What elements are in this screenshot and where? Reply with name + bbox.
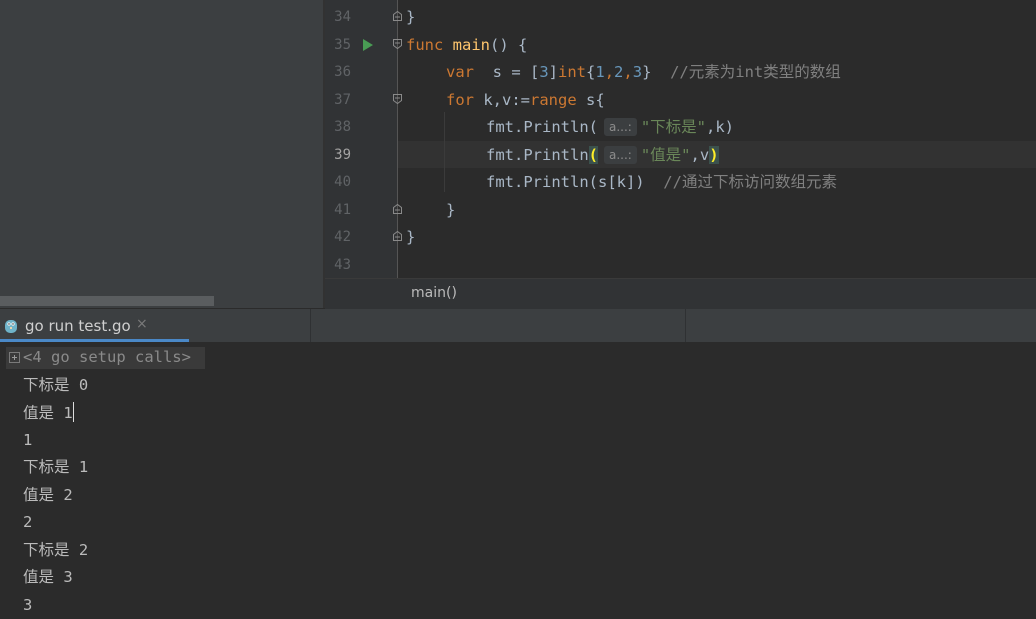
code-line-42[interactable]: } bbox=[406, 227, 415, 247]
code-token: , bbox=[623, 63, 633, 81]
fold-start-icon[interactable] bbox=[393, 94, 402, 104]
code-token-keyword: func bbox=[406, 36, 444, 54]
fold-end-icon[interactable] bbox=[393, 204, 402, 214]
code-token-keyword: var bbox=[446, 63, 474, 81]
code-token: } bbox=[406, 228, 416, 246]
code-token-comment: //通过下标访问数组元素 bbox=[644, 173, 837, 191]
console-line: 下标是 2 bbox=[23, 541, 89, 559]
line-number: 35 bbox=[334, 37, 351, 53]
tab-separator bbox=[685, 309, 686, 342]
code-line-39[interactable]: fmt.Println( a...: "值是",v) bbox=[486, 145, 719, 165]
code-line-41[interactable]: } bbox=[446, 200, 455, 220]
line-number: 36 bbox=[334, 64, 351, 80]
active-tab-indicator bbox=[0, 339, 189, 342]
run-tool-window-tabs: go run test.go × bbox=[0, 309, 1036, 343]
editor-area: 34 35 36 37 38 39 40 41 42 43 } func mai… bbox=[0, 0, 1036, 309]
setup-calls-label: <4 go setup calls> bbox=[23, 348, 191, 366]
code-token-keyword: for bbox=[446, 91, 474, 109]
console-line: 3 bbox=[23, 596, 33, 614]
fold-start-icon[interactable] bbox=[393, 39, 402, 49]
code-token: , bbox=[604, 63, 615, 81]
code-token: ,k) bbox=[706, 118, 734, 136]
line-number: 40 bbox=[334, 174, 351, 190]
code-token: fmt.Println bbox=[486, 146, 589, 164]
line-number-current: 39 bbox=[334, 147, 351, 163]
parameter-hint: a...: bbox=[603, 118, 637, 136]
code-line-40[interactable]: fmt.Println(s[k]) //通过下标访问数组元素 bbox=[486, 172, 837, 192]
code-token-function: main bbox=[452, 36, 490, 54]
line-number: 38 bbox=[334, 119, 351, 135]
run-tab[interactable]: go run test.go × bbox=[0, 309, 189, 342]
setup-calls-fold[interactable]: <4 go setup calls> bbox=[6, 347, 205, 369]
fold-end-icon[interactable] bbox=[393, 231, 402, 241]
console-line: 值是 1 bbox=[23, 402, 74, 423]
line-number: 42 bbox=[334, 229, 351, 245]
code-line-38[interactable]: fmt.Println( a...: "下标是",k) bbox=[486, 117, 734, 137]
run-icon[interactable] bbox=[362, 38, 374, 52]
code-token-string: "下标是" bbox=[640, 118, 706, 136]
breadcrumb[interactable]: main() bbox=[411, 285, 457, 301]
indent-guide bbox=[444, 112, 445, 192]
run-tab-label: go run test.go bbox=[25, 317, 131, 335]
go-gopher-icon bbox=[5, 320, 17, 333]
console-output[interactable]: <4 go setup calls> 下标是 0 值是 1 1 下标是 1 值是… bbox=[0, 343, 1036, 619]
line-number: 34 bbox=[334, 9, 351, 25]
line-number: 43 bbox=[334, 257, 351, 273]
close-icon[interactable]: × bbox=[136, 316, 148, 332]
parameter-hint: a...: bbox=[604, 146, 637, 164]
expand-icon[interactable] bbox=[9, 352, 20, 363]
code-token: { bbox=[586, 63, 596, 81]
code-token: () { bbox=[490, 36, 528, 54]
code-token-keyword: int bbox=[558, 63, 587, 81]
fold-end-icon[interactable] bbox=[393, 11, 402, 21]
line-number: 37 bbox=[334, 92, 351, 108]
console-line: 下标是 0 bbox=[23, 376, 89, 394]
project-panel[interactable] bbox=[0, 0, 323, 308]
code-token: k,v:= bbox=[474, 91, 530, 109]
code-token: fmt.Println( bbox=[486, 118, 598, 136]
code-token-keyword: range bbox=[530, 91, 577, 109]
console-line: 1 bbox=[23, 431, 33, 449]
project-panel-scrollbar[interactable] bbox=[0, 296, 214, 306]
matched-paren: ) bbox=[709, 146, 719, 164]
console-line: 2 bbox=[23, 513, 33, 531]
line-number: 41 bbox=[334, 202, 351, 218]
code-token: } bbox=[446, 201, 456, 219]
code-token: ,v bbox=[690, 146, 710, 164]
console-line: 值是 3 bbox=[23, 568, 73, 586]
code-token: s = [ bbox=[474, 63, 540, 81]
code-token-comment: //元素为int类型的数组 bbox=[651, 63, 841, 81]
code-token-number: 2 bbox=[614, 63, 624, 81]
code-line-36[interactable]: var s = [3]int{1,2,3} //元素为int类型的数组 bbox=[446, 62, 841, 82]
matched-paren: ( bbox=[588, 146, 598, 164]
console-line: 下标是 1 bbox=[23, 458, 89, 476]
code-token-number: 1 bbox=[595, 63, 605, 81]
code-line-35[interactable]: func main() { bbox=[406, 35, 527, 55]
code-token: ] bbox=[548, 63, 559, 81]
code-line-37[interactable]: for k,v:=range s{ bbox=[446, 90, 605, 110]
code-token: } bbox=[406, 8, 416, 26]
code-line-34[interactable]: } bbox=[406, 7, 415, 27]
code-token: fmt.Println(s[k]) bbox=[486, 173, 645, 191]
code-token: s{ bbox=[576, 91, 605, 109]
text-caret bbox=[72, 402, 74, 422]
console-line: 值是 2 bbox=[23, 486, 73, 504]
code-token-number: 3 bbox=[632, 63, 643, 81]
code-token-number: 3 bbox=[539, 63, 549, 81]
console-line-text: 值是 1 bbox=[23, 404, 73, 422]
code-token-string: "值是" bbox=[640, 146, 691, 164]
breadcrumb-bar: main() bbox=[325, 278, 1036, 309]
tab-separator bbox=[310, 309, 311, 342]
